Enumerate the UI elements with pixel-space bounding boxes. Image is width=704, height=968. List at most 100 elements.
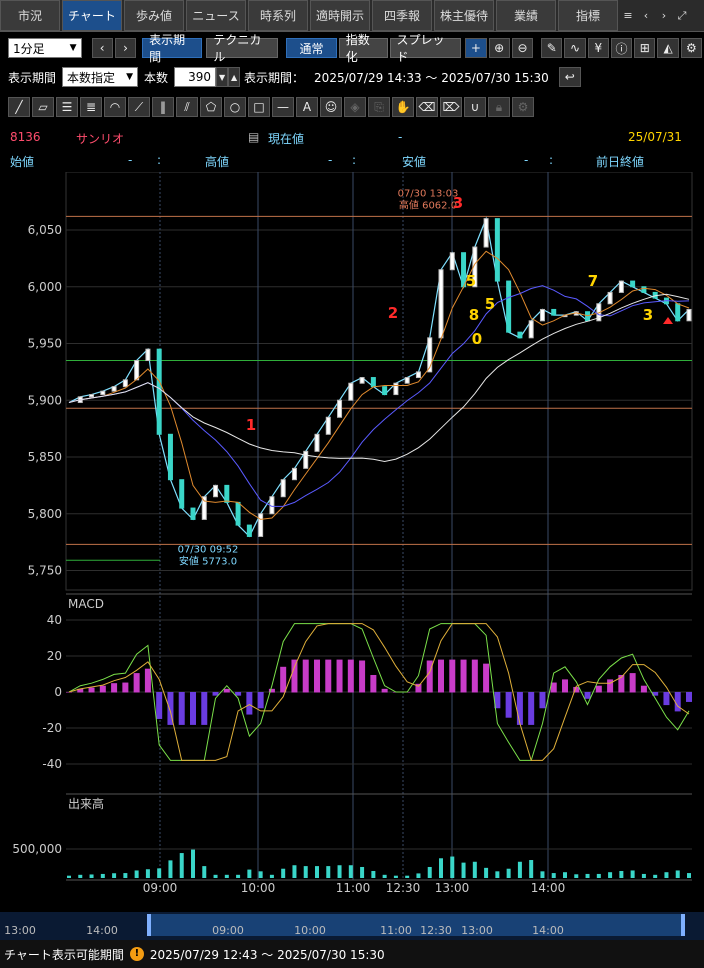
navigator-bar[interactable]: 13:00 14:00 09:00 10:00 11:00 12:30 13:00 14:00 bbox=[0, 912, 704, 940]
tab-market[interactable]: 市況 bbox=[0, 0, 60, 31]
interval-select[interactable]: 1分足 ▼ bbox=[8, 38, 82, 58]
return-icon[interactable]: ↩ bbox=[558, 67, 581, 87]
next-button[interactable]: › bbox=[114, 38, 137, 58]
crosshair-icon[interactable]: + bbox=[465, 38, 487, 58]
count-down-icon[interactable]: ▼ bbox=[216, 67, 229, 87]
count-input[interactable]: 390 bbox=[174, 67, 217, 87]
macd-bar bbox=[133, 673, 140, 693]
select-icon[interactable]: ◈ bbox=[344, 97, 366, 117]
macd-bar bbox=[640, 685, 647, 693]
tab-tick[interactable]: 歩み値 bbox=[124, 0, 184, 31]
high-annotation-label: 高値 6062.0 bbox=[399, 198, 457, 211]
tab-disclosure[interactable]: 適時開示 bbox=[310, 0, 370, 31]
ruler-icon[interactable]: ▱ bbox=[32, 97, 54, 117]
smiley-icon[interactable]: ☺ bbox=[320, 97, 342, 117]
macd-bar bbox=[674, 692, 681, 712]
macd-bar bbox=[359, 660, 366, 693]
candle bbox=[359, 377, 365, 384]
eraser-icon[interactable]: ⌫ bbox=[416, 97, 438, 117]
yen-icon[interactable]: ¥ bbox=[587, 38, 609, 58]
wave-marker: 7 bbox=[588, 272, 598, 290]
zoom-in-icon[interactable]: ⊕ bbox=[488, 38, 510, 58]
arc-icon[interactable]: ◠ bbox=[104, 97, 126, 117]
candle bbox=[630, 280, 636, 288]
wave-marker: 5 bbox=[466, 272, 476, 290]
info-icon[interactable]: ⓘ bbox=[610, 38, 633, 58]
macd-bar bbox=[325, 659, 332, 693]
pentagon-icon[interactable]: ⬠ bbox=[200, 97, 222, 117]
volume-bar bbox=[258, 871, 263, 878]
zoom-out-icon[interactable]: ⊖ bbox=[511, 38, 534, 58]
count-up-icon[interactable]: ▲ bbox=[228, 67, 241, 87]
expand-icon[interactable]: ⤢ bbox=[674, 0, 690, 31]
volume-bar bbox=[472, 861, 477, 878]
tab-benefits[interactable]: 株主優待 bbox=[434, 0, 494, 31]
time-tick-label: 13:00 bbox=[435, 881, 470, 895]
navigator-chart[interactable]: 13:00 14:00 09:00 10:00 11:00 12:30 13:00 14:00 bbox=[0, 912, 704, 940]
macd-bar bbox=[607, 679, 614, 693]
macd-bar bbox=[471, 659, 478, 693]
channel-icon[interactable]: ⫽ bbox=[176, 97, 198, 117]
tab-earnings[interactable]: 業績 bbox=[496, 0, 556, 31]
spread-button[interactable]: スプレッド bbox=[389, 33, 462, 64]
draw-pen-icon[interactable]: ✎ bbox=[541, 38, 563, 58]
up-arrow-marker bbox=[663, 317, 673, 324]
macd-bar bbox=[280, 666, 287, 693]
tab-shikiho[interactable]: 四季報 bbox=[372, 0, 432, 31]
candle bbox=[325, 416, 331, 435]
volume-bar bbox=[89, 874, 94, 878]
chart-type-icon[interactable]: ∿ bbox=[564, 38, 586, 58]
volume-bar bbox=[179, 853, 184, 878]
navigator-handle-left bbox=[147, 914, 151, 936]
hline-icon[interactable]: — bbox=[272, 97, 294, 117]
copy-icon[interactable]: ⎘ bbox=[368, 97, 390, 117]
macd-bar bbox=[66, 692, 72, 693]
gear-icon[interactable]: ⚙ bbox=[512, 97, 534, 117]
menu-icon[interactable]: ≡ bbox=[620, 0, 636, 31]
settings-wrench-icon[interactable]: ⚙ bbox=[680, 38, 702, 58]
tab-scroll-right-icon[interactable]: › bbox=[656, 0, 672, 31]
vertical-lines-icon[interactable]: ‖ bbox=[152, 97, 174, 117]
chart-area[interactable]: 6,050 6,000 5,950 5,900 5,850 5,800 5,750 09:00… bbox=[0, 171, 704, 912]
hand-icon[interactable]: ✋ bbox=[392, 97, 414, 117]
my-chart-icon[interactable]: ⊞ bbox=[634, 38, 656, 58]
rectangle-icon[interactable]: □ bbox=[248, 97, 270, 117]
tab-indicators[interactable]: 指標 bbox=[558, 0, 618, 31]
macd-tick-label: 0 bbox=[54, 685, 62, 699]
macd-bar bbox=[156, 692, 163, 719]
tab-chart[interactable]: チャート bbox=[62, 0, 122, 31]
candle bbox=[404, 377, 410, 384]
chevron-down-icon: ▼ bbox=[69, 43, 77, 53]
period-mode-select[interactable]: 本数指定 ▼ bbox=[62, 67, 139, 87]
tab-scroll-left-icon[interactable]: ‹ bbox=[638, 0, 654, 31]
volume-bar bbox=[67, 875, 71, 878]
technical-button[interactable]: テクニカル bbox=[206, 33, 279, 64]
warning-icon: ! bbox=[129, 947, 144, 961]
fibonacci-icon[interactable]: ≣ bbox=[80, 97, 102, 117]
price-tick-label: 5,950 bbox=[28, 337, 62, 351]
tab-timeseries[interactable]: 時系列 bbox=[248, 0, 308, 31]
index-button[interactable]: 指数化 bbox=[338, 33, 388, 64]
trendline-icon[interactable]: ╱ bbox=[8, 97, 30, 117]
volume-bar bbox=[461, 862, 466, 878]
horizontal-lines-icon[interactable]: ☰ bbox=[56, 97, 78, 117]
candle bbox=[494, 218, 500, 282]
current-value: - bbox=[398, 130, 403, 144]
macd-bar bbox=[111, 683, 118, 693]
tab-news[interactable]: ニュース bbox=[186, 0, 246, 31]
circle-icon[interactable]: ○ bbox=[224, 97, 246, 117]
macd-bar bbox=[99, 685, 106, 693]
area-chart-icon[interactable]: ◭ bbox=[657, 38, 679, 58]
normal-button[interactable]: 通常 bbox=[286, 38, 337, 58]
price-chart[interactable]: 6,050 6,000 5,950 5,900 5,850 5,800 5,750 09:00… bbox=[0, 171, 704, 912]
prev-button[interactable]: ‹ bbox=[91, 38, 113, 58]
text-icon[interactable]: A bbox=[296, 97, 318, 117]
lock-icon[interactable]: 🔒︎ bbox=[488, 97, 510, 117]
candle bbox=[303, 450, 309, 469]
navigator-time-label: 11:00 bbox=[380, 924, 412, 937]
magnet-icon[interactable]: ∪ bbox=[464, 97, 486, 117]
display-period-button[interactable]: 表示期間 bbox=[142, 33, 203, 64]
fan-icon[interactable]: ⟋ bbox=[128, 97, 150, 117]
volume-bar bbox=[213, 874, 218, 878]
erase-all-icon[interactable]: ⌦ bbox=[440, 97, 462, 117]
